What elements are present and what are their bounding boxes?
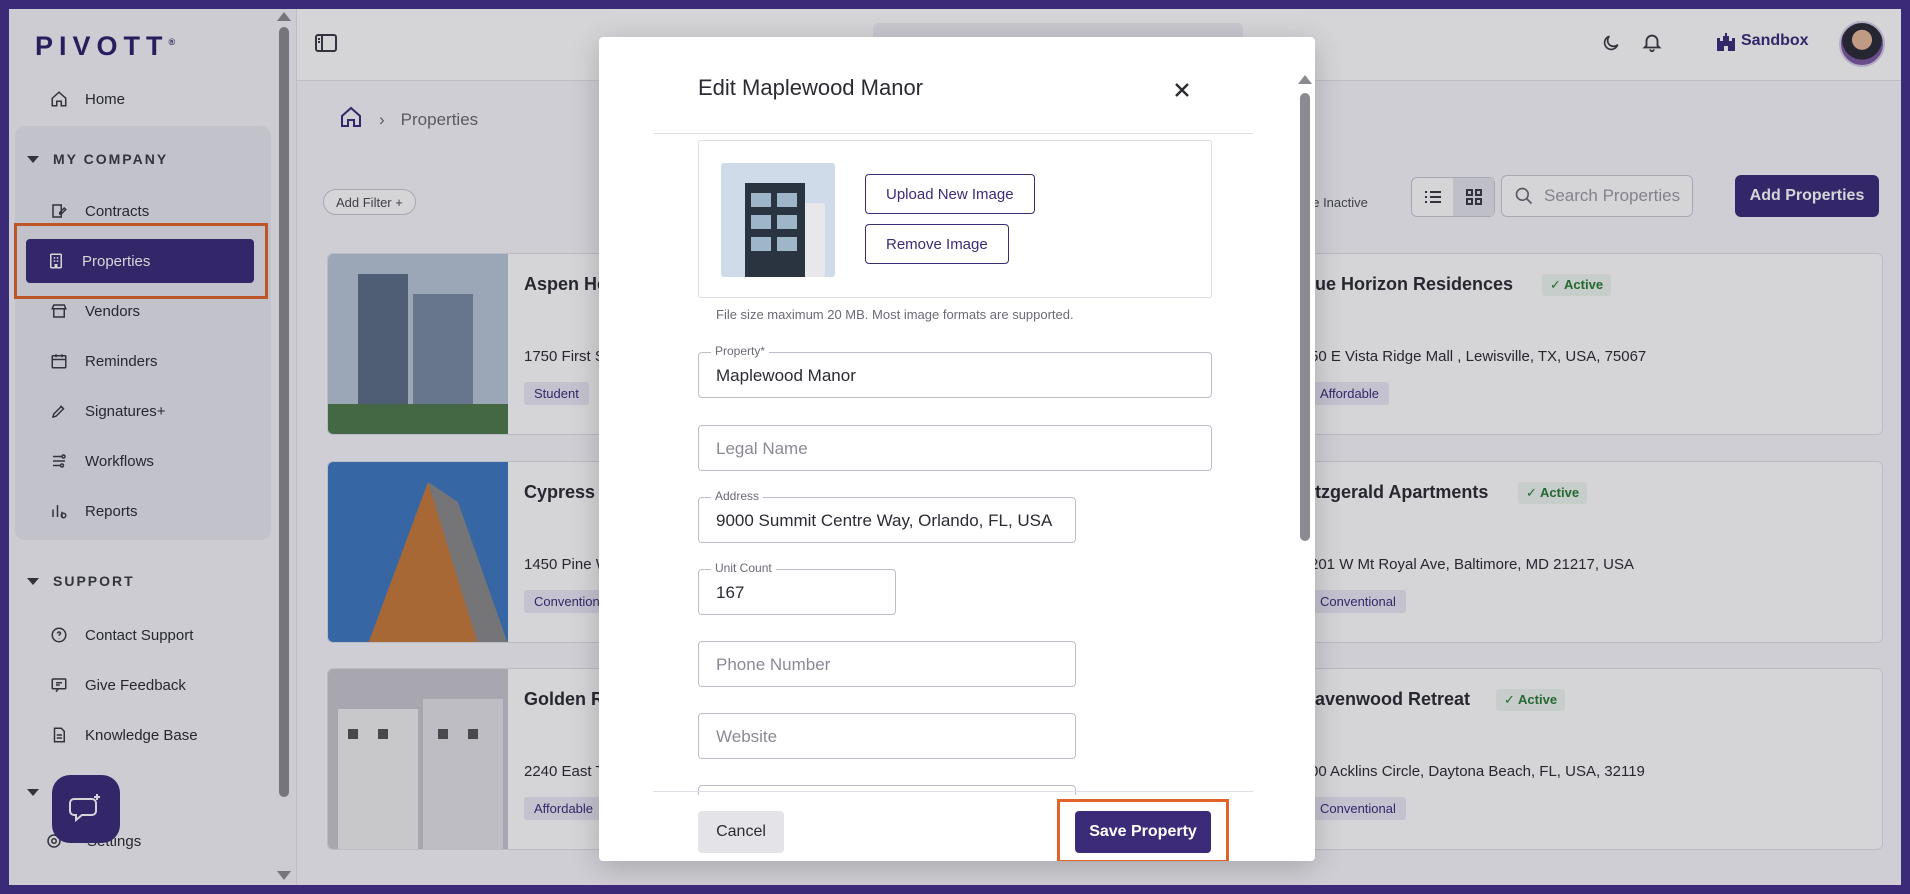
edit-property-dialog: Edit Maplewood Manor Upload New Image Re… [599,37,1315,861]
field-placeholder: Phone Number [716,655,831,674]
website-field[interactable]: Website [698,713,1076,759]
phone-number-field[interactable]: Phone Number [698,641,1076,687]
upload-hint: File size maximum 20 MB. Most image form… [716,307,1074,322]
property-name-field[interactable]: Property* Maplewood Manor [698,344,1212,398]
unit-count-field[interactable]: Unit Count 167 [698,561,896,615]
remove-image-button[interactable]: Remove Image [865,224,1009,264]
field-value: Maplewood Manor [716,366,856,385]
legal-name-field[interactable]: Legal Name [698,425,1212,471]
close-icon[interactable] [1169,77,1195,103]
dialog-scrollbar[interactable] [1298,67,1312,851]
field-value: 9000 Summit Centre Way, Orlando, FL, USA [716,511,1053,530]
field-label: Unit Count [711,561,776,575]
address-field[interactable]: Address 9000 Summit Centre Way, Orlando,… [698,489,1076,543]
highlight-save [1057,799,1229,861]
field-placeholder: Website [716,727,778,746]
property-thumbnail [721,163,835,277]
cancel-button[interactable]: Cancel [698,811,784,853]
divider [653,133,1253,134]
image-upload-panel: Upload New Image Remove Image [698,140,1212,298]
scroll-up-arrow[interactable] [1298,75,1312,84]
field-value: 167 [716,583,745,602]
app-frame: PIVOTT® Home MY COMPANY Contracts Proper… [9,9,1901,885]
scrollbar-thumb[interactable] [1300,93,1310,541]
dialog-title: Edit Maplewood Manor [698,75,924,100]
field-placeholder: Legal Name [716,439,808,458]
next-field-partial[interactable] [698,785,1076,795]
footer-divider [653,791,1253,792]
field-label: Address [711,489,764,503]
upload-image-button[interactable]: Upload New Image [865,174,1035,214]
field-label: Property* [711,344,770,358]
